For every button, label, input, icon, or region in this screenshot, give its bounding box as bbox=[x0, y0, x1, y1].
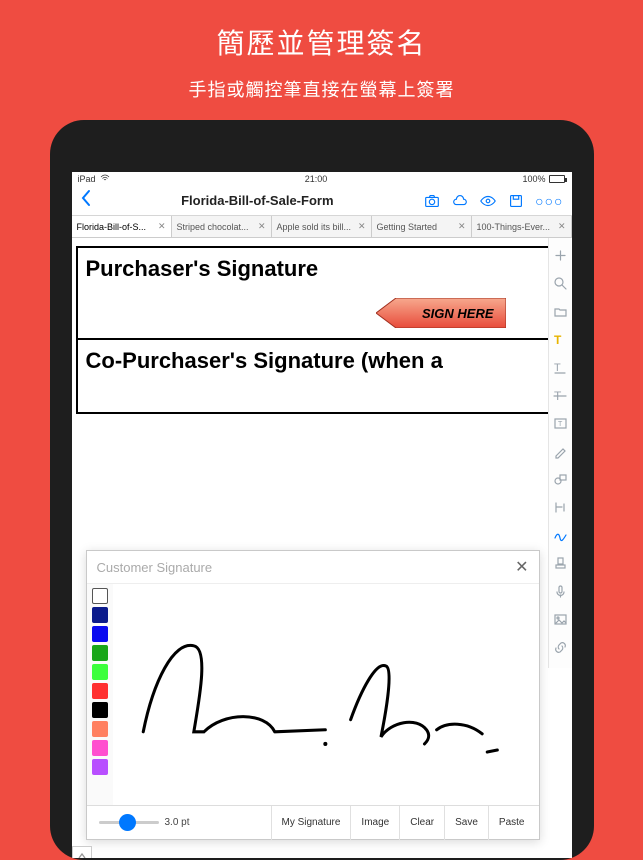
insert-text-icon[interactable] bbox=[549, 496, 571, 518]
tab-close-icon[interactable]: ✕ bbox=[558, 221, 566, 232]
co-purchaser-signature-row[interactable]: Co-Purchaser's Signature (when a bbox=[78, 340, 566, 412]
co-purchaser-label: Co-Purchaser's Signature (when a bbox=[86, 348, 558, 374]
right-tool-rail: TTTT bbox=[548, 238, 572, 668]
image-icon[interactable] bbox=[549, 608, 571, 630]
nav-bar: Florida-Bill-of-Sale-Form ○○○ bbox=[72, 186, 572, 216]
signature-icon[interactable] bbox=[549, 524, 571, 546]
svg-text:T: T bbox=[558, 421, 563, 428]
color-swatch[interactable] bbox=[92, 759, 108, 775]
tab-close-icon[interactable]: ✕ bbox=[258, 221, 266, 232]
wifi-icon bbox=[100, 174, 110, 184]
purchaser-label: Purchaser's Signature bbox=[86, 256, 558, 282]
add-icon[interactable] bbox=[549, 244, 571, 266]
sign-here-label: SIGN HERE bbox=[422, 306, 494, 321]
highlight-icon[interactable]: T bbox=[549, 328, 571, 350]
thickness-control[interactable]: 3.0 pt bbox=[91, 817, 198, 828]
color-swatch[interactable] bbox=[92, 702, 108, 718]
battery-icon bbox=[549, 175, 565, 183]
cloud-icon[interactable] bbox=[451, 192, 469, 210]
text-box-icon[interactable]: T bbox=[549, 412, 571, 434]
color-swatch[interactable] bbox=[92, 607, 108, 623]
color-swatch[interactable] bbox=[92, 588, 108, 604]
tab-label: Getting Started bbox=[377, 222, 438, 232]
tab-label: 100-Things-Ever... bbox=[477, 222, 551, 232]
tab-strip: Florida-Bill-of-S...✕Striped chocolat...… bbox=[72, 216, 572, 238]
pencil-icon[interactable] bbox=[549, 440, 571, 462]
ipad-frame: iPad 21:00 100% Florida-Bill-of-Sale-For… bbox=[50, 120, 594, 860]
tab-label: Apple sold its bill... bbox=[277, 222, 352, 232]
search-icon[interactable] bbox=[549, 272, 571, 294]
svg-text:T: T bbox=[554, 333, 562, 347]
battery-pct: 100% bbox=[522, 174, 545, 184]
screen: iPad 21:00 100% Florida-Bill-of-Sale-For… bbox=[72, 172, 572, 858]
sign-here-tag[interactable]: SIGN HERE bbox=[376, 298, 506, 328]
thickness-value: 3.0 pt bbox=[165, 817, 190, 828]
close-icon[interactable]: ✕ bbox=[515, 557, 528, 577]
tab-label: Striped chocolat... bbox=[177, 222, 249, 232]
strike-icon[interactable]: T bbox=[549, 384, 571, 406]
mic-icon[interactable] bbox=[549, 580, 571, 602]
image-button[interactable]: Image bbox=[350, 806, 399, 840]
promo-title: 簡歷並管理簽名 bbox=[0, 0, 643, 62]
eye-icon[interactable] bbox=[479, 192, 497, 210]
device-label: iPad bbox=[78, 174, 96, 184]
paste-button[interactable]: Paste bbox=[488, 806, 535, 840]
underline-icon[interactable]: T bbox=[549, 356, 571, 378]
slider-knob[interactable] bbox=[119, 814, 136, 831]
signature-panel-title: Customer Signature bbox=[97, 560, 213, 575]
tab-2[interactable]: Apple sold its bill... ✕ bbox=[272, 216, 372, 237]
link-icon[interactable] bbox=[549, 636, 571, 658]
tab-close-icon[interactable]: ✕ bbox=[458, 221, 466, 232]
status-time: 21:00 bbox=[305, 174, 328, 184]
color-swatch[interactable] bbox=[92, 683, 108, 699]
svg-text:T: T bbox=[554, 362, 561, 374]
color-swatch[interactable] bbox=[92, 626, 108, 642]
clear-button[interactable]: Clear bbox=[399, 806, 444, 840]
stamp-icon[interactable] bbox=[549, 552, 571, 574]
document-title: Florida-Bill-of-Sale-Form bbox=[92, 193, 424, 208]
color-swatch[interactable] bbox=[92, 721, 108, 737]
expand-corner-tab[interactable] bbox=[72, 846, 92, 858]
signature-stroke bbox=[123, 614, 528, 769]
tab-4[interactable]: 100-Things-Ever... ✕ bbox=[472, 216, 572, 237]
promo-subtitle: 手指或觸控筆直接在螢幕上簽署 bbox=[0, 62, 643, 102]
folder-icon[interactable] bbox=[549, 300, 571, 322]
tab-close-icon[interactable]: ✕ bbox=[358, 221, 366, 232]
tab-3[interactable]: Getting Started ✕ bbox=[372, 216, 472, 237]
tab-1[interactable]: Striped chocolat... ✕ bbox=[172, 216, 272, 237]
document-area: Purchaser's Signature SIGN HERE Co-Purch… bbox=[72, 238, 572, 498]
camera-icon[interactable] bbox=[423, 192, 441, 210]
more-icon[interactable]: ○○○ bbox=[535, 193, 563, 209]
save-button[interactable]: Save bbox=[444, 806, 488, 840]
signature-canvas[interactable] bbox=[113, 584, 539, 805]
color-swatch[interactable] bbox=[92, 645, 108, 661]
back-button[interactable] bbox=[80, 189, 92, 213]
color-swatch[interactable] bbox=[92, 664, 108, 680]
my-signature-button[interactable]: My Signature bbox=[271, 806, 351, 840]
tab-label: Florida-Bill-of-S... bbox=[77, 222, 147, 232]
status-bar: iPad 21:00 100% bbox=[72, 172, 572, 186]
save-icon[interactable] bbox=[507, 192, 525, 210]
signature-panel: Customer Signature ✕ 3.0 pt bbox=[86, 550, 540, 840]
tab-0[interactable]: Florida-Bill-of-S... ✕ bbox=[72, 216, 172, 237]
purchaser-signature-row[interactable]: Purchaser's Signature SIGN HERE bbox=[78, 248, 566, 340]
shape-icon[interactable] bbox=[549, 468, 571, 490]
thickness-slider[interactable] bbox=[99, 821, 159, 824]
color-swatch[interactable] bbox=[92, 740, 108, 756]
tab-close-icon[interactable]: ✕ bbox=[158, 221, 166, 232]
color-palette bbox=[87, 584, 113, 805]
